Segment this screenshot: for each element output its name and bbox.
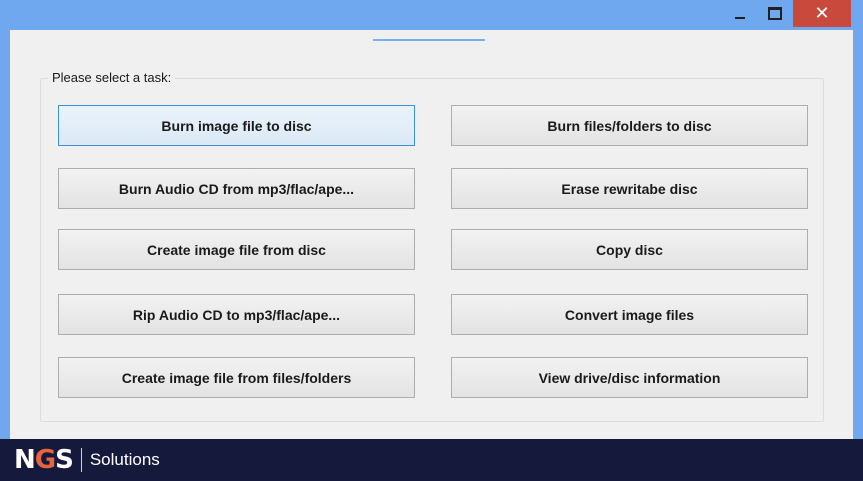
window-frame-left: [0, 30, 10, 439]
footer-banner: N G S Solutions: [0, 439, 863, 481]
view-drive-info-button[interactable]: View drive/disc information: [451, 357, 808, 398]
window-frame-right: [853, 30, 863, 439]
minimize-button[interactable]: [720, 0, 760, 26]
logo-letter-s: S: [55, 445, 74, 475]
erase-disc-button[interactable]: Erase rewritabe disc: [451, 168, 808, 209]
ngs-logo: N G S Solutions: [14, 445, 160, 475]
rip-audio-cd-button[interactable]: Rip Audio CD to mp3/flac/ape...: [58, 294, 415, 335]
title-accent-line: [373, 39, 485, 41]
burn-image-button[interactable]: Burn image file to disc: [58, 105, 415, 146]
logo-subtitle: Solutions: [89, 450, 160, 469]
maximize-button[interactable]: [755, 0, 795, 26]
burn-audio-cd-button[interactable]: Burn Audio CD from mp3/flac/ape...: [58, 168, 415, 209]
minimize-icon: [735, 17, 745, 19]
create-image-from-files-button[interactable]: Create image file from files/folders: [58, 357, 415, 398]
burn-files-folders-button[interactable]: Burn files/folders to disc: [451, 105, 808, 146]
task-group-label: Please select a task:: [48, 70, 176, 85]
close-button[interactable]: ✕: [793, 0, 851, 27]
create-image-from-disc-button[interactable]: Create image file from disc: [58, 229, 415, 270]
maximize-icon: [768, 6, 782, 20]
logo-letter-n: N: [14, 445, 36, 475]
logo-letter-g: G: [34, 445, 56, 475]
copy-disc-button[interactable]: Copy disc: [451, 229, 808, 270]
close-icon: ✕: [814, 2, 830, 24]
logo-divider: [80, 448, 82, 472]
convert-image-files-button[interactable]: Convert image files: [451, 294, 808, 335]
